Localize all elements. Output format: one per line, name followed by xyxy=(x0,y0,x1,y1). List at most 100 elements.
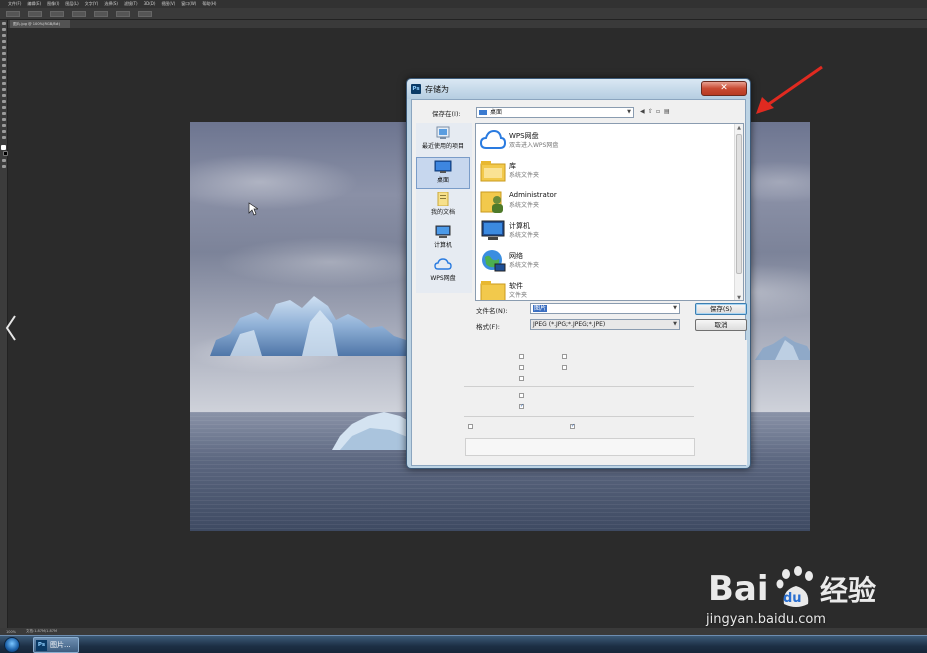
option-checkbox[interactable] xyxy=(562,354,567,359)
computer-icon xyxy=(435,225,451,238)
eyedropper-tool-icon[interactable] xyxy=(1,52,6,55)
menu-select[interactable]: 选择(S) xyxy=(104,0,118,8)
list-item[interactable]: 计算机 系统文件夹 xyxy=(480,218,730,246)
option-control[interactable] xyxy=(138,10,152,17)
cancel-button[interactable]: 取消 xyxy=(695,319,747,331)
file-list-scrollbar[interactable]: ▲ ▼ xyxy=(734,124,743,300)
dialog-titlebar[interactable]: Ps 存储为 ✕ xyxy=(407,79,750,99)
save-in-row: 保存在(I): 桌面 ▼ ◀ ⇧ ▫ ▤ xyxy=(412,106,747,120)
svg-text:du: du xyxy=(783,591,802,606)
menu-file[interactable]: 文件(F) xyxy=(8,0,21,8)
place-computer[interactable]: 计算机 xyxy=(416,223,470,255)
option-checkbox[interactable] xyxy=(519,354,524,359)
tool-preset-picker[interactable] xyxy=(6,10,20,17)
save-in-value: 桌面 xyxy=(490,109,503,116)
option-checkbox[interactable] xyxy=(562,365,567,370)
menu-layer[interactable]: 图层(L) xyxy=(65,0,78,8)
file-list[interactable]: WPS网盘 双击进入WPS网盘 库 系统文件夹 Administrator 系统… xyxy=(475,123,744,301)
chevron-down-icon[interactable]: ▼ xyxy=(673,304,677,313)
background-color-swatch[interactable] xyxy=(3,151,8,156)
list-item[interactable]: 软件 文件夹 xyxy=(480,278,730,300)
menu-image[interactable]: 图像(I) xyxy=(47,0,59,8)
gradient-tool-icon[interactable] xyxy=(1,88,6,91)
filename-input[interactable]: 图片 ▼ xyxy=(530,303,680,314)
zoom-tool-icon[interactable] xyxy=(1,136,6,139)
marquee-tool-icon[interactable] xyxy=(1,28,6,31)
scroll-thumb[interactable] xyxy=(736,134,742,274)
list-item[interactable]: 网络 系统文件夹 xyxy=(480,248,730,276)
save-in-dropdown[interactable]: 桌面 ▼ xyxy=(476,107,634,118)
menu-help[interactable]: 帮助(H) xyxy=(202,0,216,8)
list-item[interactable]: 库 系统文件夹 xyxy=(480,158,730,186)
brush-tool-icon[interactable] xyxy=(1,64,6,67)
option-control[interactable] xyxy=(116,10,130,17)
place-label: WPS网盘 xyxy=(430,275,456,282)
option-control[interactable] xyxy=(94,10,108,17)
photoshop-logo-icon: Ps xyxy=(36,639,47,651)
option-checkbox[interactable] xyxy=(519,403,524,409)
zoom-level[interactable]: 100% xyxy=(6,630,16,634)
back-icon[interactable]: ◀ xyxy=(640,108,646,115)
place-label: 计算机 xyxy=(433,242,452,249)
option-checkbox[interactable] xyxy=(570,423,575,429)
menu-type[interactable]: 文字(Y) xyxy=(85,0,99,8)
place-documents[interactable]: 我的文档 xyxy=(416,190,470,222)
place-recent[interactable]: 最近使用的项目 xyxy=(416,124,470,156)
desktop-icon xyxy=(479,110,487,115)
mouse-cursor-icon xyxy=(248,202,258,216)
move-tool-icon[interactable] xyxy=(1,22,6,25)
history-brush-tool-icon[interactable] xyxy=(1,76,6,79)
option-control[interactable] xyxy=(50,10,64,17)
file-name: Administrator xyxy=(509,191,557,199)
view-menu-icon[interactable]: ▤ xyxy=(664,108,670,115)
taskbar-app-photoshop[interactable]: Ps 图片... xyxy=(33,637,79,653)
lasso-tool-icon[interactable] xyxy=(1,34,6,37)
chevron-left-icon[interactable] xyxy=(4,314,18,342)
hand-tool-icon[interactable] xyxy=(1,130,6,133)
list-item[interactable]: Administrator 系统文件夹 xyxy=(480,188,730,216)
place-desktop[interactable]: 桌面 xyxy=(416,157,470,189)
crop-tool-icon[interactable] xyxy=(1,46,6,49)
dodge-tool-icon[interactable] xyxy=(1,100,6,103)
option-checkbox[interactable] xyxy=(519,393,524,398)
info-box xyxy=(465,438,695,456)
blur-tool-icon[interactable] xyxy=(1,94,6,97)
document-tab[interactable]: 图片.jpg @ 100%(RGB/8#) xyxy=(10,20,70,28)
foreground-color-swatch[interactable] xyxy=(1,145,6,150)
menu-filter[interactable]: 滤镜(T) xyxy=(124,0,138,8)
option-control[interactable] xyxy=(72,10,86,17)
menu-window[interactable]: 窗口(W) xyxy=(181,0,196,8)
menu-edit[interactable]: 编辑(E) xyxy=(27,0,41,8)
eraser-tool-icon[interactable] xyxy=(1,82,6,85)
list-item[interactable]: WPS网盘 双击进入WPS网盘 xyxy=(480,128,730,156)
scroll-down-icon[interactable]: ▼ xyxy=(735,294,743,300)
option-checkbox[interactable] xyxy=(468,424,473,429)
type-tool-icon[interactable] xyxy=(1,112,6,115)
network-icon xyxy=(482,250,506,272)
menu-3d[interactable]: 3D(D) xyxy=(144,0,156,8)
path-select-tool-icon[interactable] xyxy=(1,118,6,121)
user-folder-icon xyxy=(480,191,503,213)
pen-tool-icon[interactable] xyxy=(1,106,6,109)
new-folder-icon[interactable]: ▫ xyxy=(656,108,662,115)
up-folder-icon[interactable]: ⇧ xyxy=(648,108,654,115)
option-control[interactable] xyxy=(28,10,42,17)
option-checkbox[interactable] xyxy=(519,376,524,381)
format-select[interactable]: JPEG (*.JPG;*.JPEG;*.JPE) ▼ xyxy=(530,319,680,330)
quick-select-tool-icon[interactable] xyxy=(1,40,6,43)
close-button[interactable]: ✕ xyxy=(701,81,747,96)
menu-view[interactable]: 视图(V) xyxy=(161,0,175,8)
quick-mask-icon[interactable] xyxy=(1,159,6,162)
option-checkbox[interactable] xyxy=(519,365,524,370)
start-button[interactable] xyxy=(4,637,20,653)
shape-tool-icon[interactable] xyxy=(1,124,6,127)
screen-mode-icon[interactable] xyxy=(1,165,6,168)
clone-stamp-tool-icon[interactable] xyxy=(1,70,6,73)
file-type: 文件夹 xyxy=(509,292,528,299)
healing-brush-tool-icon[interactable] xyxy=(1,58,6,61)
place-wps-cloud[interactable]: WPS网盘 xyxy=(416,256,470,288)
save-button[interactable]: 保存(S) xyxy=(695,303,747,315)
file-type: 系统文件夹 xyxy=(509,262,540,269)
scroll-up-icon[interactable]: ▲ xyxy=(735,124,743,132)
place-label: 桌面 xyxy=(436,177,449,184)
